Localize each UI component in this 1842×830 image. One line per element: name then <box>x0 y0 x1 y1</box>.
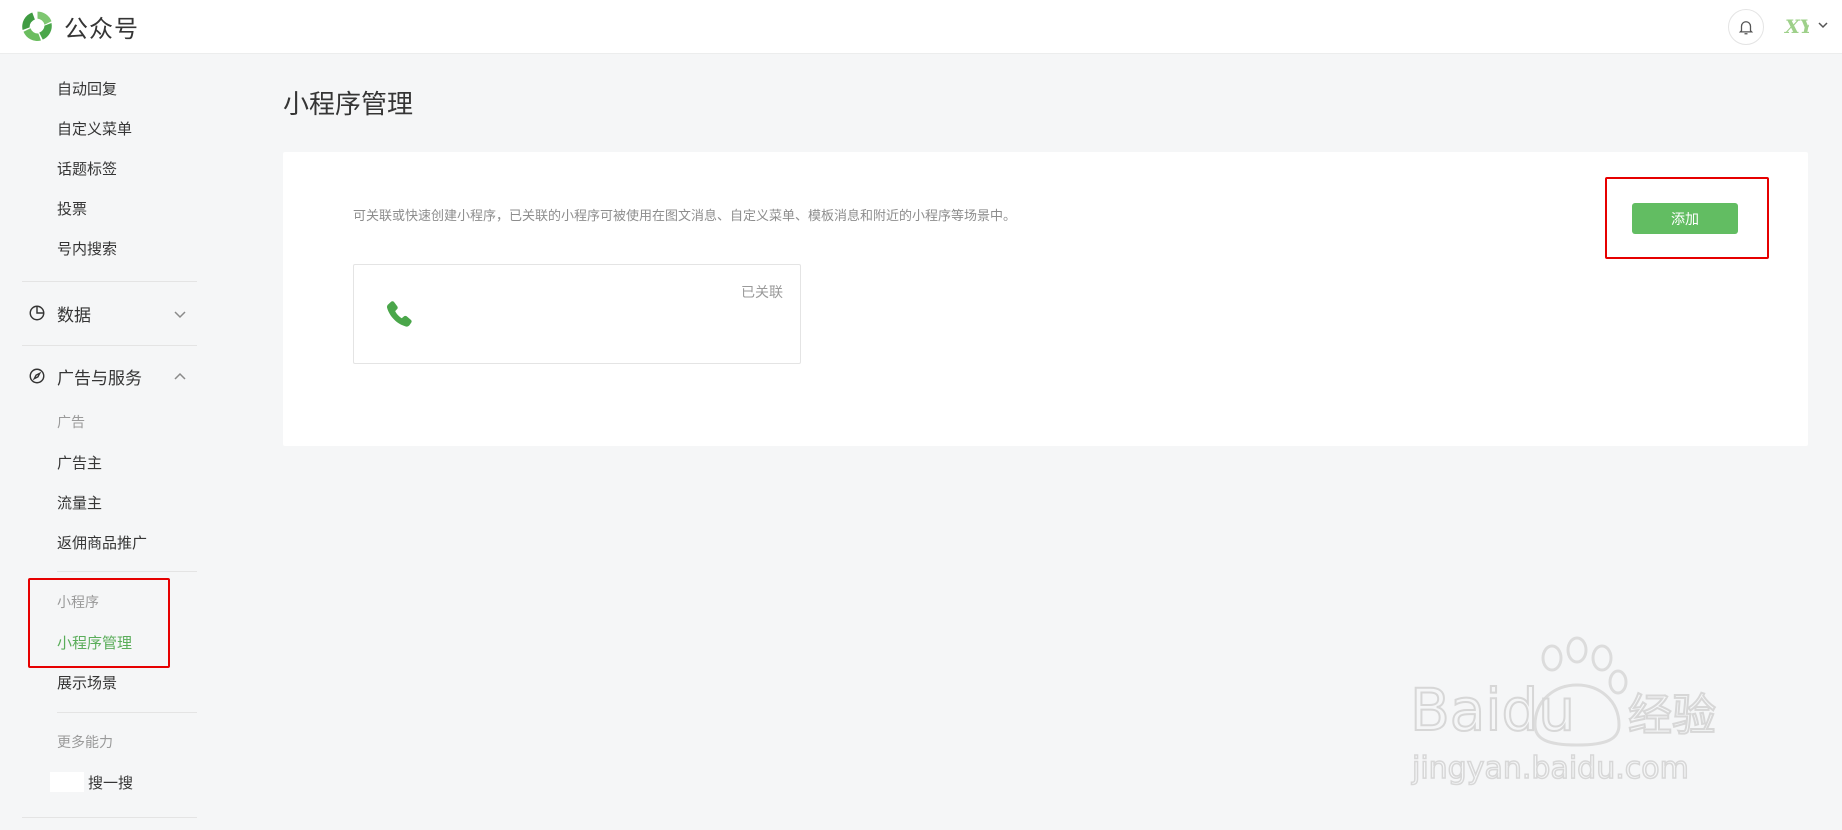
chevron-down-icon <box>174 311 186 319</box>
highlight-box-mini-program <box>28 578 170 668</box>
mini-program-panel: 可关联或快速创建小程序，已关联的小程序可被使用在图文消息、自定义菜单、模板消息和… <box>283 152 1808 446</box>
brand[interactable]: 公众号 <box>20 9 139 44</box>
sidebar-section-data[interactable]: 数据 <box>28 298 198 328</box>
sidebar-divider <box>57 571 197 572</box>
sidebar-item-in-account-search[interactable]: 号内搜索 <box>57 238 117 259</box>
sidebar-item-vote[interactable]: 投票 <box>57 198 87 219</box>
baidu-jingyan-watermark: Baidu 经验 jingyan.baidu.com <box>1410 636 1717 787</box>
sidebar-group-title-mini-program: 小程序 <box>57 595 99 611</box>
chevron-up-icon <box>174 372 186 380</box>
top-bar: 公众号 XY <box>0 0 1842 54</box>
sidebar-divider <box>22 345 197 346</box>
add-button[interactable]: 添加 <box>1632 203 1738 234</box>
sidebar-item-advertiser[interactable]: 广告主 <box>57 452 102 473</box>
sidebar-divider <box>22 281 197 282</box>
redaction-patch <box>50 772 84 792</box>
chevron-down-icon[interactable] <box>1816 18 1830 32</box>
sidebar-section-label: 广告与服务 <box>57 368 142 389</box>
sidebar-divider <box>57 712 197 713</box>
phone-icon <box>386 301 412 327</box>
sidebar-section-label: 数据 <box>57 305 91 326</box>
notification-button[interactable] <box>1728 9 1764 45</box>
sidebar-item-display-scenes[interactable]: 展示场景 <box>57 672 117 693</box>
sidebar-group-title-ads: 广告 <box>57 415 85 431</box>
sidebar-divider <box>22 817 197 818</box>
avatar-mark-icon: XY <box>1784 16 1816 38</box>
avatar-text: XY <box>1784 16 1809 38</box>
sidebar-item-custom-menu[interactable]: 自定义菜单 <box>57 118 132 139</box>
brand-name: 公众号 <box>64 15 139 43</box>
sidebar-item-topic-tags[interactable]: 话题标签 <box>57 158 117 179</box>
card-status-linked: 已关联 <box>741 285 783 301</box>
mini-program-card[interactable]: 已关联 <box>353 264 801 364</box>
pie-chart-icon <box>29 305 45 321</box>
avatar[interactable]: XY <box>1783 12 1816 38</box>
page-title: 小程序管理 <box>283 90 414 120</box>
sidebar: 自动回复 自定义菜单 话题标签 投票 号内搜索 数据 广告与服务 广告 广告主 … <box>0 54 230 830</box>
watermark-url: jingyan.baidu.com <box>1411 751 1689 786</box>
sidebar-item-mini-program-manage[interactable]: 小程序管理 <box>57 632 132 653</box>
watermark-suffix: 经验 <box>1628 690 1716 741</box>
sidebar-item-sou-yi-sou[interactable]: 搜一搜 <box>88 772 133 793</box>
sidebar-item-publisher[interactable]: 流量主 <box>57 492 102 513</box>
sidebar-section-ads-services[interactable]: 广告与服务 <box>28 361 198 391</box>
watermark-brand: Baidu <box>1410 676 1575 744</box>
sidebar-item-commission-promotion[interactable]: 返佣商品推广 <box>57 532 147 553</box>
panel-description: 可关联或快速创建小程序，已关联的小程序可被使用在图文消息、自定义菜单、模板消息和… <box>353 209 1017 224</box>
sidebar-group-title-more: 更多能力 <box>57 735 113 751</box>
sidebar-item-auto-reply[interactable]: 自动回复 <box>57 78 117 99</box>
wechat-mp-logo-icon <box>22 11 52 41</box>
compass-icon <box>29 368 45 384</box>
bell-icon <box>1738 21 1754 35</box>
